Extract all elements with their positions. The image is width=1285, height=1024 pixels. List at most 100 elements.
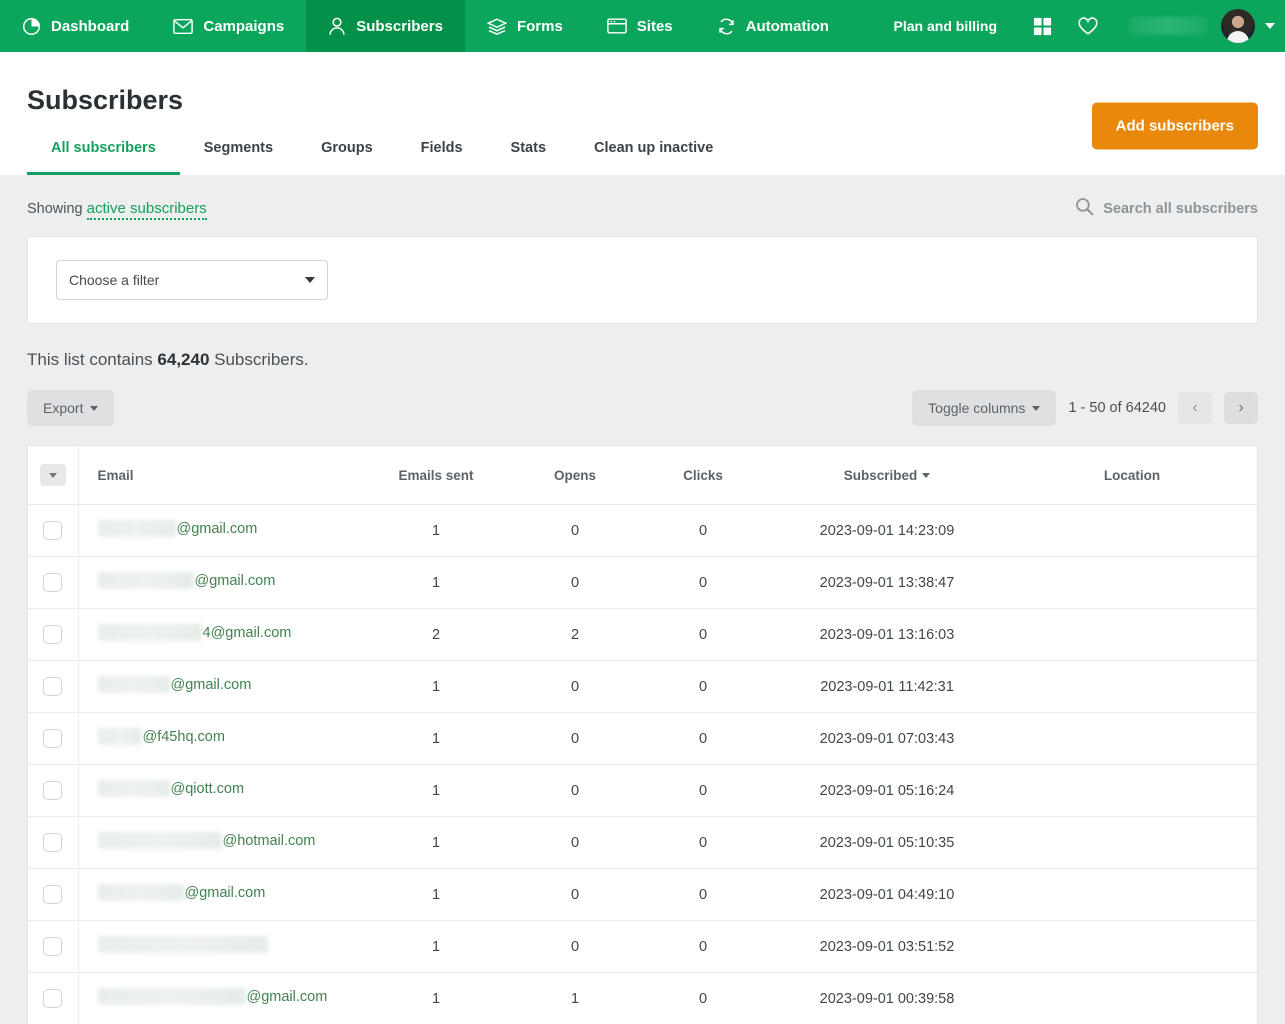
nav-label: Forms [516, 17, 563, 35]
cell-clicks: 0 [639, 660, 767, 713]
cell-emails-sent: 1 [361, 816, 511, 869]
table-row[interactable]: 1 0 0 2023-09-01 03:51:52 [28, 920, 1257, 973]
nav-label: Campaigns [203, 17, 285, 35]
email-domain: @hotmail.com [222, 832, 316, 849]
cell-opens: 0 [511, 556, 639, 609]
table-row[interactable]: @gmail.com 1 0 0 2023-09-01 04:49:10 [28, 868, 1257, 921]
email-domain: @f45hq.com [142, 728, 225, 745]
select-all-dropdown[interactable] [39, 464, 66, 486]
nav-item-sites[interactable]: Sites [585, 0, 695, 52]
tab-segments[interactable]: Segments [180, 140, 297, 175]
row-select-cell [28, 868, 79, 921]
column-header-location[interactable]: Location [1007, 446, 1257, 505]
cell-email [78, 920, 361, 973]
email-domain: @gmail.com [184, 884, 266, 901]
cell-emails-sent: 1 [361, 660, 511, 713]
toggle-columns-button[interactable]: Toggle columns [912, 390, 1057, 426]
heart-icon[interactable] [1065, 0, 1111, 52]
row-checkbox[interactable] [43, 781, 63, 800]
next-page-button[interactable]: › [1224, 392, 1258, 424]
table-row[interactable]: @gmail.com 1 1 0 2023-09-01 00:39:58 [28, 972, 1257, 1024]
email-value: 4@gmail.com [97, 624, 291, 641]
cell-email: 4@gmail.com [78, 608, 361, 661]
cell-emails-sent: 1 [361, 868, 511, 921]
cell-clicks: 0 [639, 608, 767, 661]
export-button[interactable]: Export [27, 390, 115, 426]
add-subscribers-button[interactable]: Add subscribers [1091, 102, 1258, 150]
table-row[interactable]: 4@gmail.com 2 2 0 2023-09-01 13:16:03 [28, 608, 1257, 661]
row-checkbox[interactable] [43, 885, 63, 904]
row-select-cell [28, 920, 79, 973]
table-toolbar: Export Toggle columns 1 - 50 of 64240 ‹ … [0, 370, 1285, 426]
email-domain: @gmail.com [176, 520, 258, 537]
table-row[interactable]: @gmail.com 1 0 0 2023-09-01 11:42:31 [28, 660, 1257, 713]
nav-item-automation[interactable]: Automation [695, 0, 851, 52]
list-summary: This list contains 64,240 Subscribers. [0, 324, 1285, 370]
row-select-cell [28, 764, 79, 817]
toggle-columns-label: Toggle columns [928, 400, 1026, 416]
email-domain: @gmail.com [194, 572, 276, 589]
subscribers-table-container: Email Emails sent Opens Clicks Subscribe… [27, 445, 1258, 1024]
table-row[interactable]: @qiott.com 1 0 0 2023-09-01 05:16:24 [28, 764, 1257, 817]
page-header: Subscribers Add subscribers All subscrib… [0, 52, 1285, 175]
cell-email: @gmail.com [78, 973, 361, 1024]
cell-subscribed: 2023-09-01 03:51:52 [767, 920, 1007, 973]
search-all-subscribers-button[interactable]: Search all subscribers [1075, 197, 1258, 220]
row-select-cell [28, 504, 79, 557]
row-checkbox[interactable] [43, 833, 63, 852]
showing-prefix: Showing [27, 201, 83, 217]
tab-stats[interactable]: Stats [487, 140, 570, 175]
email-redacted-local-part [97, 572, 194, 589]
table-row[interactable]: @hotmail.com 1 0 0 2023-09-01 05:10:35 [28, 816, 1257, 869]
cell-emails-sent: 1 [361, 764, 511, 817]
nav-item-campaigns[interactable]: Campaigns [151, 0, 306, 52]
table-row[interactable]: @gmail.com 1 0 0 2023-09-01 13:38:47 [28, 556, 1257, 609]
cell-subscribed: 2023-09-01 00:39:58 [819, 990, 955, 1007]
row-checkbox[interactable] [43, 677, 63, 696]
nav-item-dashboard[interactable]: Dashboard [0, 0, 151, 52]
tab-all-subscribers[interactable]: All subscribers [27, 140, 180, 175]
tab-fields[interactable]: Fields [397, 140, 487, 175]
row-checkbox[interactable] [43, 989, 63, 1009]
caret-down-icon [1032, 405, 1041, 411]
email-value: @gmail.com [97, 520, 258, 537]
column-header-emails-sent[interactable]: Emails sent [361, 446, 511, 505]
row-checkbox[interactable] [43, 625, 63, 644]
table-header-row: Email Emails sent Opens Clicks Subscribe… [28, 446, 1257, 505]
search-icon [1075, 197, 1094, 220]
column-header-opens[interactable]: Opens [511, 446, 639, 505]
email-redacted-local-part [97, 624, 202, 641]
row-checkbox[interactable] [43, 521, 63, 540]
subscribers-table: Email Emails sent Opens Clicks Subscribe… [28, 446, 1257, 1024]
column-header-email[interactable]: Email [78, 446, 361, 505]
email-redacted-local-part [97, 728, 142, 745]
tab-clean-up-inactive[interactable]: Clean up inactive [570, 140, 737, 175]
table-row[interactable]: @gmail.com 1 0 0 2023-09-01 14:23:09 [28, 504, 1257, 557]
showing-filter-link[interactable]: active subscribers [86, 200, 207, 220]
column-header-subscribed[interactable]: Subscribed [767, 446, 1007, 505]
grid-apps-icon[interactable] [1019, 0, 1065, 52]
column-header-subscribed-label: Subscribed [843, 467, 918, 483]
cell-location [1007, 816, 1257, 869]
cell-clicks: 0 [639, 816, 767, 869]
nav-label: Automation [745, 17, 829, 35]
column-header-clicks[interactable]: Clicks [639, 446, 767, 505]
row-checkbox[interactable] [43, 729, 63, 748]
previous-page-button[interactable]: ‹ [1178, 392, 1212, 424]
cell-email: @gmail.com [78, 504, 361, 557]
avatar[interactable] [1221, 9, 1255, 43]
nav-item-forms[interactable]: Forms [465, 0, 585, 52]
caret-down-icon [90, 405, 99, 411]
tab-groups[interactable]: Groups [297, 140, 397, 175]
choose-a-filter-select[interactable]: Choose a filter [56, 260, 328, 300]
row-checkbox[interactable] [43, 573, 63, 592]
email-redacted-local-part [97, 520, 176, 537]
cell-location [1007, 712, 1257, 765]
row-checkbox[interactable] [43, 937, 63, 956]
refresh-cycle-icon [717, 17, 736, 36]
table-row[interactable]: @f45hq.com 1 0 0 2023-09-01 07:03:43 [28, 712, 1257, 765]
plan-and-billing-link[interactable]: Plan and billing [872, 0, 1019, 52]
chevron-down-icon[interactable] [1265, 23, 1275, 29]
nav-item-subscribers[interactable]: Subscribers [306, 0, 465, 52]
cell-email: @gmail.com [78, 556, 361, 609]
